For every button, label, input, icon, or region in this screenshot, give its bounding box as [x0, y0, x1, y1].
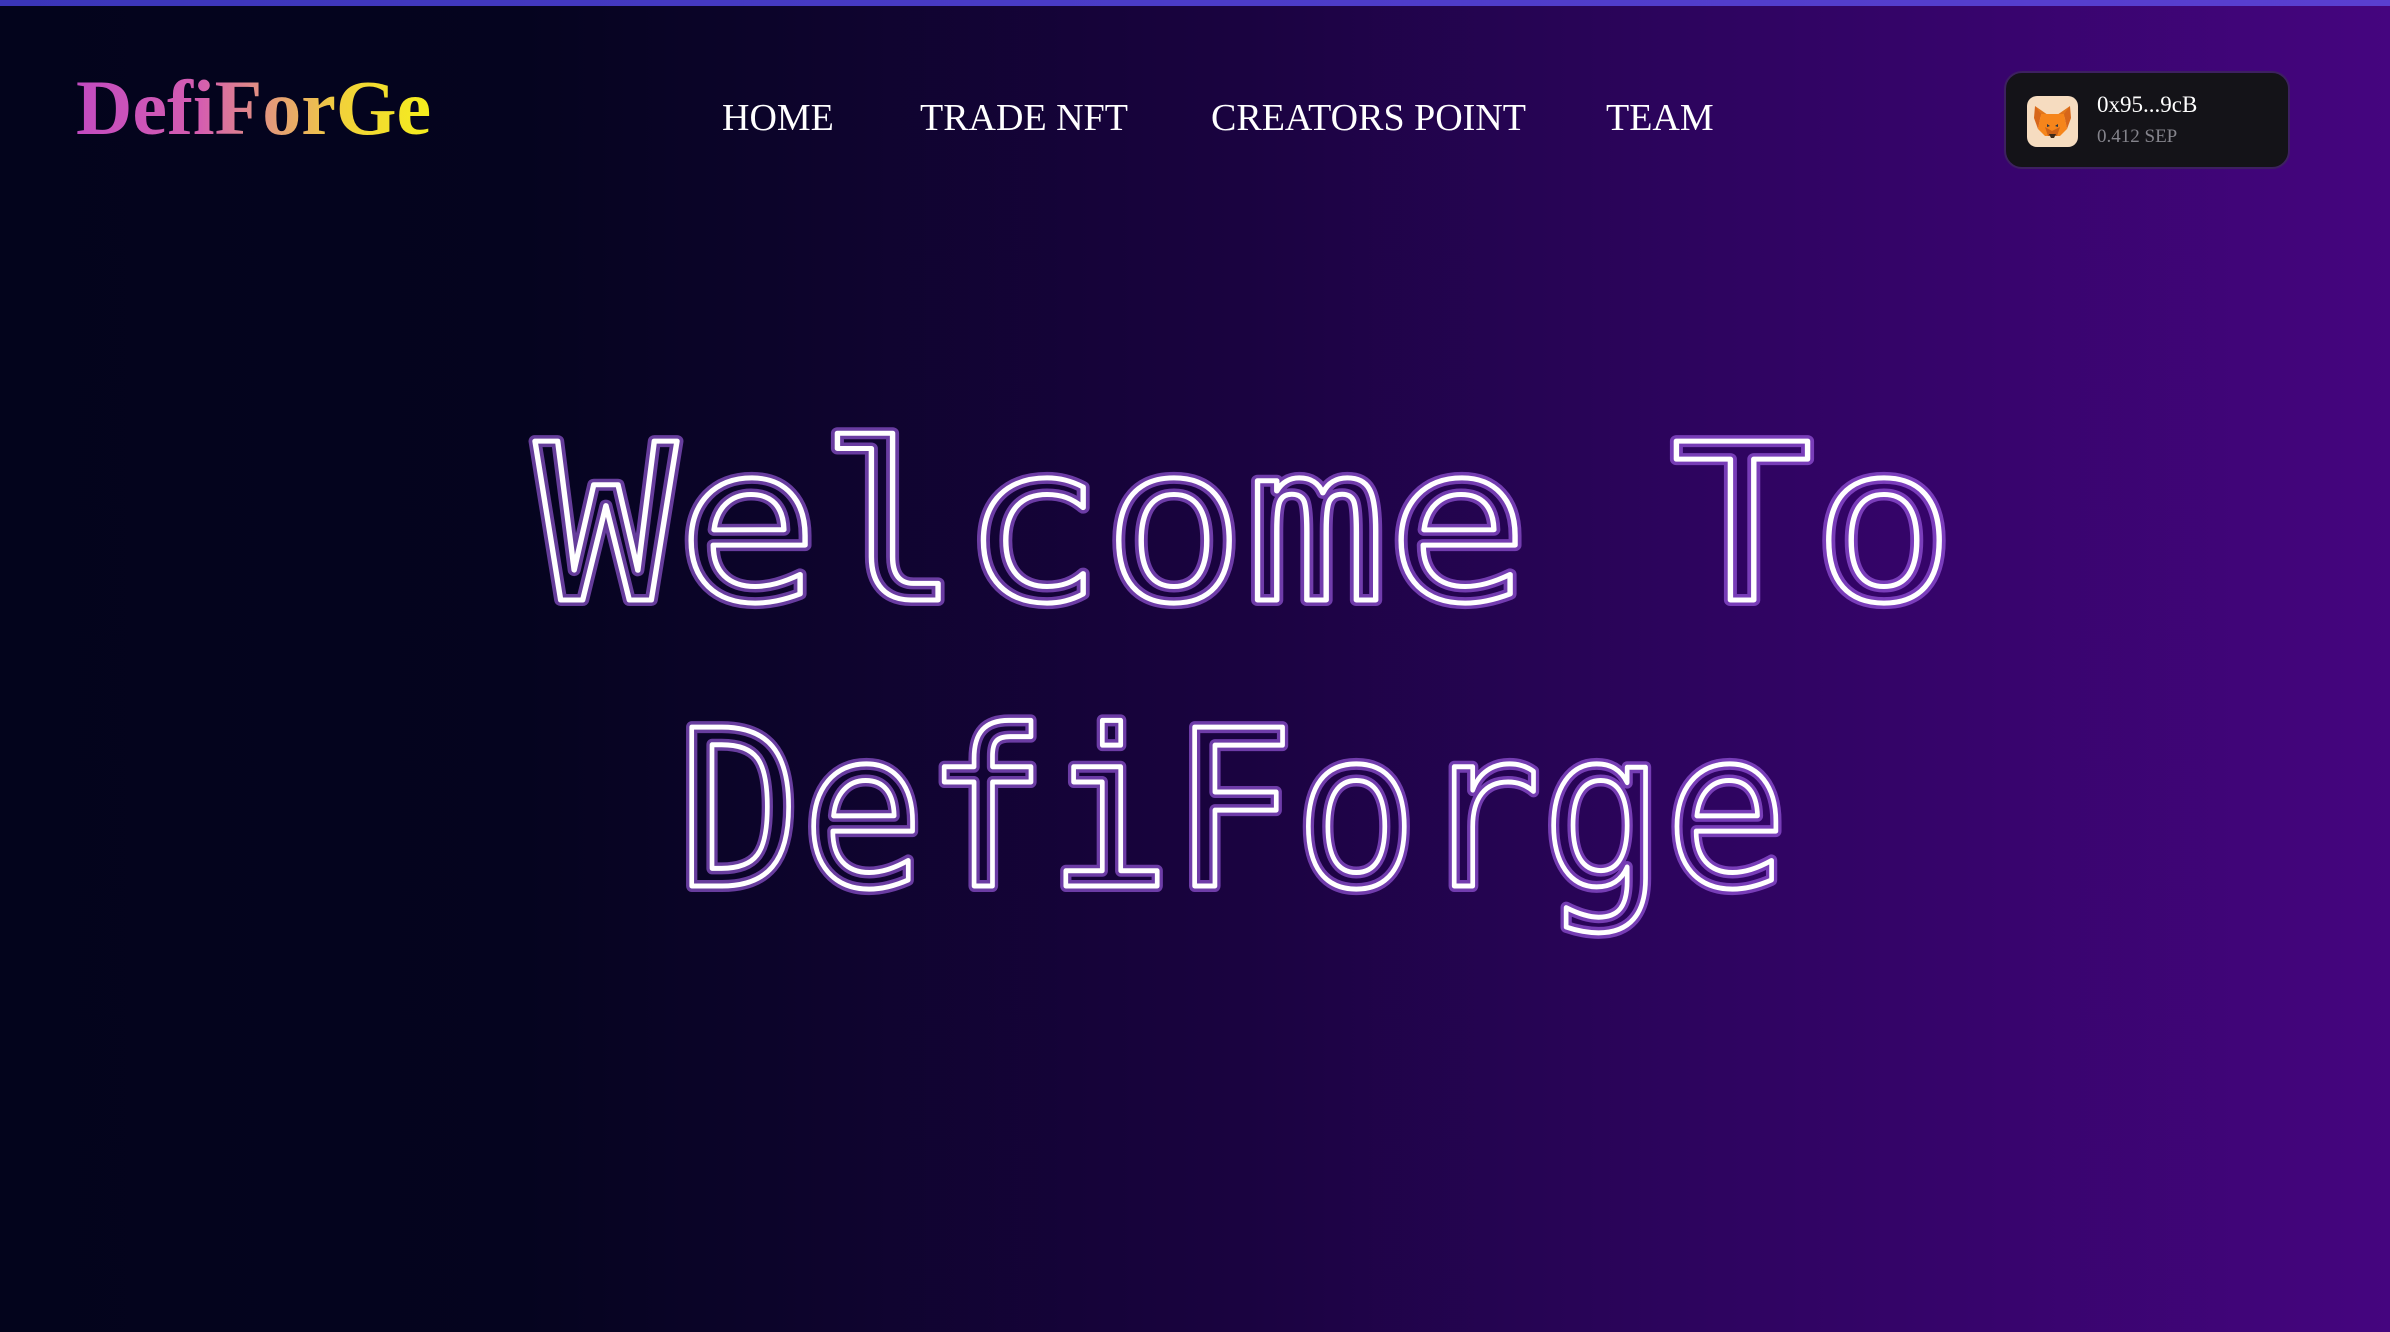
hero-title-svg: Welcome To Welcome To DefiForge DefiForg…	[529, 393, 1961, 944]
nav-item-home[interactable]: HOME	[722, 92, 834, 144]
metamask-fox-icon	[2027, 96, 2078, 147]
nav-item-trade-nft[interactable]: TRADE NFT	[920, 92, 1128, 144]
nav-item-creators-point[interactable]: CREATORS POINT	[1211, 92, 1526, 144]
wallet-balance: 0.412 SEP	[2097, 126, 2178, 147]
hero-title: Welcome To Welcome To DefiForge DefiForg…	[0, 380, 2390, 980]
nav-item-team[interactable]: TEAM	[1606, 92, 1714, 144]
top-accent-bar	[0, 0, 2390, 6]
hero-line1: Welcome To	[535, 399, 1955, 652]
wallet-address: 0x95...9cB	[2097, 92, 2198, 117]
wallet-button[interactable]: 0x95...9cB 0.412 SEP	[2004, 71, 2290, 169]
hero-line2: DefiForge	[678, 685, 1788, 938]
